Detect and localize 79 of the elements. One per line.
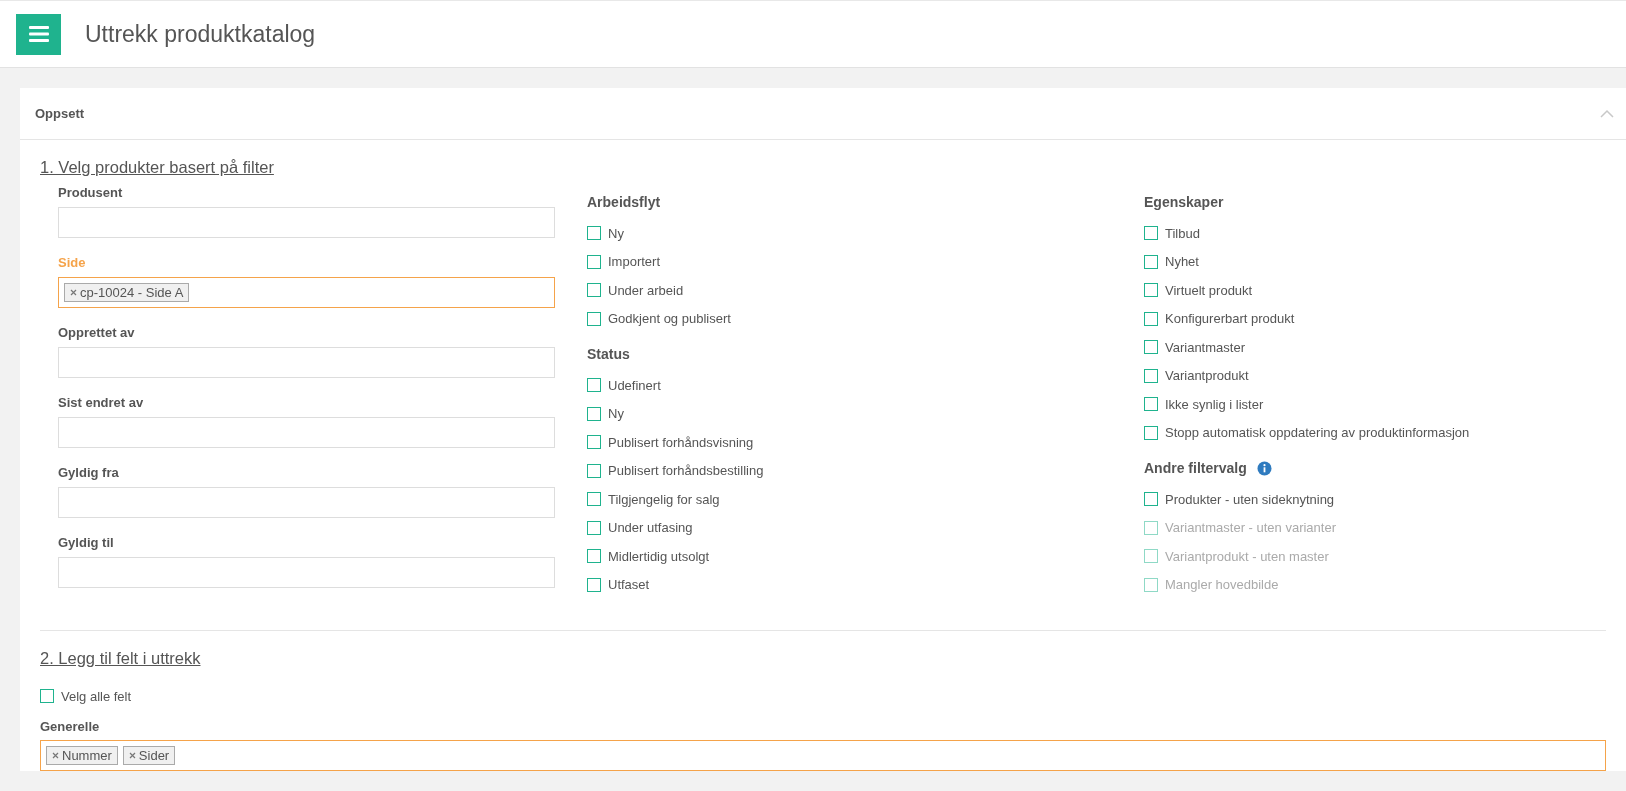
field-label: Opprettet av xyxy=(58,325,136,340)
checkbox[interactable] xyxy=(587,226,601,241)
input-field[interactable]: Nummer Sider xyxy=(40,739,1606,771)
tag-label: cp-10024 - Side A xyxy=(80,285,184,300)
checkbox-option[interactable]: Ny xyxy=(587,399,624,428)
checkbox[interactable] xyxy=(1144,425,1158,440)
checkbox-option[interactable]: Tilbud xyxy=(1144,219,1200,248)
checkbox-option[interactable]: Virtuelt produkt xyxy=(1144,276,1253,305)
checkbox[interactable] xyxy=(1144,254,1158,269)
tag-label: Nummer xyxy=(62,747,112,763)
remove-icon[interactable] xyxy=(128,751,136,759)
checkbox[interactable] xyxy=(587,549,601,564)
checkbox-option[interactable]: Stopp automatisk oppdatering av produktinformasjon xyxy=(1144,418,1470,447)
checkbox-option[interactable]: Produkter - uten sideknytning xyxy=(1144,485,1335,514)
input-field[interactable] xyxy=(58,417,555,448)
checkbox-option[interactable]: Velg alle felt xyxy=(40,682,132,711)
tag-chip[interactable]: Sider xyxy=(122,745,176,765)
tag-chip[interactable]: Nummer xyxy=(46,745,118,765)
input-field[interactable] xyxy=(58,207,555,238)
checkbox-option[interactable]: Under arbeid xyxy=(587,276,684,305)
checkbox[interactable] xyxy=(587,492,601,507)
checkbox-option[interactable]: Nyhet xyxy=(1144,247,1199,276)
checkbox[interactable] xyxy=(587,254,601,269)
checkbox[interactable] xyxy=(587,435,601,450)
checkbox-option[interactable]: Under utfasing xyxy=(587,513,693,542)
checkbox[interactable] xyxy=(1144,340,1158,355)
checkbox[interactable] xyxy=(587,283,601,298)
checkbox[interactable] xyxy=(587,520,601,535)
checkbox[interactable] xyxy=(1144,311,1158,326)
panel-title: Oppsett xyxy=(35,106,85,121)
section-heading: 2. Legg til felt i uttrekk xyxy=(40,649,201,668)
checkbox[interactable] xyxy=(587,378,601,393)
checkbox-option[interactable]: Tilgjengelig for salg xyxy=(587,485,720,514)
checkbox-option[interactable]: Ny xyxy=(587,219,624,248)
field-label: Generelle xyxy=(40,718,101,734)
remove-icon[interactable] xyxy=(52,751,59,759)
checkbox-option[interactable]: Importert xyxy=(587,247,660,276)
remove-icon[interactable] xyxy=(70,289,77,296)
checkbox[interactable] xyxy=(1144,368,1158,383)
group-heading: Egenskaper xyxy=(1144,194,1224,210)
checkbox[interactable] xyxy=(587,406,601,421)
page-title: Uttrekk produktkatalog xyxy=(85,20,316,48)
input-field[interactable]: cp-10024 - Side A xyxy=(58,277,555,308)
checkbox[interactable] xyxy=(587,463,601,478)
checkbox[interactable] xyxy=(1144,226,1158,241)
checkbox[interactable] xyxy=(587,577,601,592)
menu-button[interactable] xyxy=(16,13,61,55)
checkbox-option[interactable]: Variantmaster xyxy=(1144,333,1245,362)
input-field[interactable] xyxy=(58,487,555,518)
group-heading: Status xyxy=(587,346,630,362)
checkbox[interactable] xyxy=(40,689,54,704)
collapse-chevron-icon[interactable] xyxy=(1600,109,1614,118)
section-heading: 1. Velg produkter basert på filter xyxy=(40,158,274,177)
tag-chip[interactable]: cp-10024 - Side A xyxy=(64,283,190,302)
checkbox[interactable] xyxy=(1144,397,1158,412)
input-field[interactable] xyxy=(58,557,555,588)
checkbox-option[interactable]: Utfaset xyxy=(587,570,650,599)
checkbox-option[interactable]: Variantprodukt xyxy=(1144,361,1249,390)
field-label: Gyldig fra xyxy=(58,465,120,480)
field-label: Sist endret av xyxy=(58,395,145,410)
checkbox[interactable] xyxy=(1144,283,1158,298)
menu-icon xyxy=(28,26,49,42)
checkbox-option[interactable]: Godkjent og publisert xyxy=(587,304,731,333)
input-field[interactable] xyxy=(58,347,555,378)
checkbox-option[interactable]: Publisert forhåndsbestilling xyxy=(587,456,764,485)
field-label: Gyldig til xyxy=(58,535,115,550)
tag-label: Sider xyxy=(138,747,170,763)
field-label: Side xyxy=(58,255,87,270)
checkbox-option[interactable]: Ikke synlig i lister xyxy=(1144,390,1264,419)
checkbox[interactable] xyxy=(587,311,601,326)
checkbox-option[interactable]: Udefinert xyxy=(587,371,661,400)
group-heading: Arbeidsflyt xyxy=(587,194,661,210)
checkbox-option[interactable]: Midlertidig utsolgt xyxy=(587,542,710,571)
field-label: Produsent xyxy=(58,185,124,200)
info-icon[interactable] xyxy=(1256,460,1272,476)
group-heading: Andre filtervalg xyxy=(1144,460,1247,476)
checkbox-option[interactable]: Publisert forhåndsvisning xyxy=(587,428,754,457)
checkbox-option[interactable]: Konfigurerbart produkt xyxy=(1144,304,1295,333)
checkbox[interactable] xyxy=(1144,492,1158,507)
